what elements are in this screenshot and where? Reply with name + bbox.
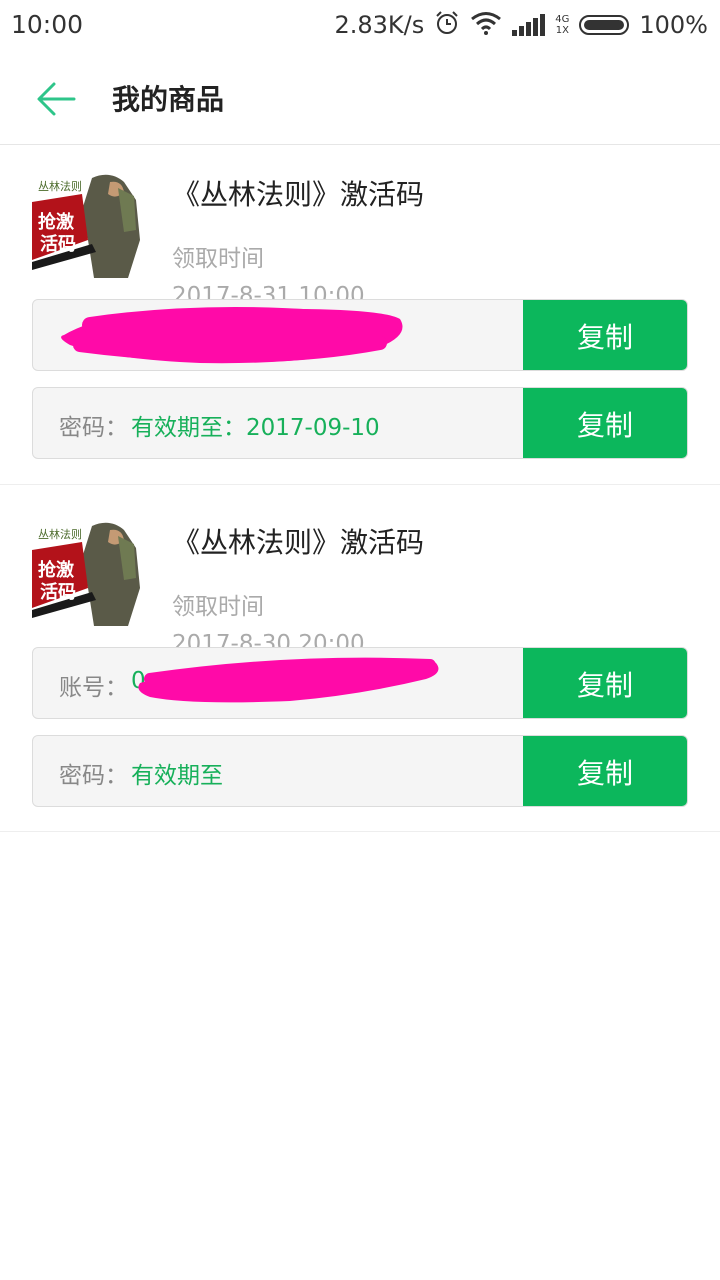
status-time: 10:00	[11, 10, 84, 39]
back-button[interactable]	[30, 74, 80, 124]
copy-account-button[interactable]: 复制	[523, 300, 687, 370]
product-thumbnail: 丛林法则 抢激 活码	[32, 170, 144, 278]
password-label: 密码：	[59, 763, 128, 789]
password-label: 密码：	[59, 415, 128, 441]
svg-text:丛林法则: 丛林法则	[38, 179, 82, 193]
product-card: 丛林法则 抢激 活码 《丛林法则》激活码 领取时间 2017-8-30 20:0…	[0, 485, 720, 832]
password-field: 密码： 有效期至 复制	[32, 735, 688, 807]
signal-icon	[512, 14, 546, 36]
page-title: 我的商品	[112, 83, 225, 116]
svg-text:抢激: 抢激	[38, 559, 74, 581]
app-bar: 我的商品	[0, 50, 720, 145]
redaction-mark	[61, 307, 403, 364]
network-speed: 2.83K/s	[334, 11, 425, 39]
status-bar: 10:00 2.83K/s 4G 1X 100%	[0, 0, 720, 50]
claim-time-label: 领取时间	[172, 246, 264, 272]
redaction-mark	[138, 657, 439, 703]
product-card: 丛林法则 抢激 活码 《丛林法则》激活码 领取时间 2017-8-31 10:0…	[0, 145, 720, 485]
claim-time-label: 领取时间	[172, 594, 264, 620]
network-type-label: 4G 1X	[555, 14, 570, 36]
password-field: 密码： 有效期至：2017-09-10 复制	[32, 387, 688, 459]
battery-icon	[579, 15, 630, 35]
product-title: 《丛林法则》激活码	[172, 178, 425, 211]
svg-text:抢激: 抢激	[38, 211, 74, 233]
svg-text:活码: 活码	[40, 233, 76, 255]
password-value[interactable]: 有效期至	[131, 756, 223, 790]
product-thumbnail: 丛林法则 抢激 活码	[32, 518, 144, 626]
alarm-icon	[434, 10, 460, 40]
copy-password-button[interactable]: 复制	[523, 736, 687, 806]
svg-text:丛林法则: 丛林法则	[38, 527, 82, 541]
account-label: 账号：	[59, 675, 128, 701]
copy-password-button[interactable]: 复制	[523, 388, 687, 458]
product-title: 《丛林法则》激活码	[172, 526, 425, 559]
copy-account-button[interactable]: 复制	[523, 648, 687, 718]
wifi-icon	[470, 11, 502, 39]
password-value[interactable]: 有效期至：2017-09-10	[131, 408, 380, 442]
arrow-left-icon	[37, 82, 76, 116]
svg-text:活码: 活码	[40, 581, 76, 603]
status-right-group: 2.83K/s 4G 1X 100%	[334, 10, 708, 40]
battery-percent: 100%	[639, 11, 708, 39]
